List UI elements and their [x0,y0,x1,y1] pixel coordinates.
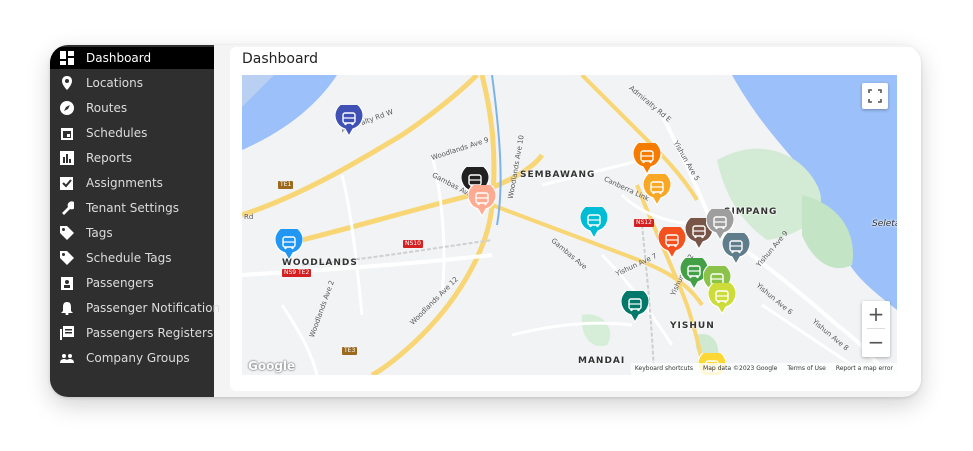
bus-marker[interactable] [468,185,496,217]
sidebar-item-tenant-settings[interactable]: Tenant Settings [50,197,214,219]
bus-icon [468,185,496,217]
station-tag: TE3 [342,347,358,355]
bus-marker[interactable] [708,283,736,315]
bus-icon [643,174,671,206]
sidebar-item-routes[interactable]: Routes [50,97,214,119]
location-pin-icon [62,76,72,90]
sidebar-item-tags[interactable]: Tags [50,222,214,244]
zoom-out-button[interactable]: − [862,329,890,356]
map[interactable]: SEMBAWANG WOODLANDS SIMPANG YISHUN MANDA… [242,75,897,375]
dashboard-icon [60,51,74,65]
bus-icon [335,105,363,137]
bell-icon [61,302,73,315]
sidebar-item-assignments[interactable]: Assignments [50,172,214,194]
station-tag: NS9 TE2 [282,269,312,277]
tag-icon [60,226,74,240]
checkbox-icon [60,177,73,190]
map-footer: Keyboard shortcuts Map data ©2023 Google… [630,363,897,375]
sidebar-item-label: Company Groups [86,351,190,365]
badge-icon [61,277,73,290]
sidebar-item-schedule-tags[interactable]: Schedule Tags [50,247,214,269]
sidebar-item-dashboard[interactable]: Dashboard [50,47,214,69]
station-tag: NS12 [634,219,654,227]
sidebar-item-label: Reports [86,151,133,165]
sidebar-item-passenger-notification[interactable]: Passenger Notification [50,297,220,319]
main-panel: Dashboard SEMBAWANG WOODLANDS SIMPANG YI… [230,47,921,391]
sidebar-item-label: Routes [86,101,128,115]
sidebar-item-locations[interactable]: Locations [50,72,214,94]
bus-marker[interactable] [580,207,608,239]
bus-icon [722,233,750,265]
app-window: Dashboard Locations Routes Schedules Rep… [50,45,921,397]
sidebar-item-passengers[interactable]: Passengers [50,272,214,294]
bus-marker[interactable] [643,174,671,206]
bar-chart-icon [60,151,74,165]
sidebar-item-label: Tags [86,226,113,240]
bus-marker[interactable] [633,143,661,175]
keyboard-shortcuts-link[interactable]: Keyboard shortcuts [635,363,693,375]
fullscreen-button[interactable] [862,83,888,109]
sidebar: Dashboard Locations Routes Schedules Rep… [50,45,220,397]
sidebar-item-label: Schedules [86,126,148,140]
bus-marker[interactable] [275,229,303,261]
sidebar-item-label: Passengers [86,276,154,290]
map-data-attribution: Map data ©2023 Google [703,365,778,372]
bus-icon [275,229,303,261]
google-logo[interactable]: Google [248,359,295,373]
road-label: Rd [244,213,254,221]
calendar-icon [61,128,73,140]
group-icon [60,354,74,363]
sidebar-item-label: Passenger Notification [86,301,221,315]
sidebar-item-label: Locations [86,76,144,90]
sidebar-item-label: Assignments [86,176,163,190]
page-title: Dashboard [242,51,318,67]
sidebar-item-label: Tenant Settings [86,201,179,215]
tag-icon [60,251,74,265]
bus-marker[interactable] [658,227,686,259]
sidebar-item-reports[interactable]: Reports [50,147,214,169]
bus-marker[interactable] [621,291,649,323]
place-label-sembawang: SEMBAWANG [520,170,596,180]
fullscreen-icon [868,89,882,103]
bus-icon [658,227,686,259]
bus-marker[interactable] [722,233,750,265]
bus-icon [708,283,736,315]
terms-of-use-link[interactable]: Terms of Use [787,363,825,375]
wrench-icon [62,201,74,215]
sidebar-item-label: Dashboard [86,51,152,65]
place-label-mandai: MANDAI [578,356,626,366]
station-tag: NS10 [403,240,423,248]
bus-icon [621,291,649,323]
sidebar-item-passengers-registers[interactable]: Passengers Registers [50,322,214,344]
sidebar-item-label: Schedule Tags [86,251,172,265]
sidebar-item-schedules[interactable]: Schedules [50,122,214,144]
compass-icon [60,101,74,115]
place-label-seletar: Seletar [872,219,897,229]
zoom-in-button[interactable]: + [862,301,890,328]
report-map-error-link[interactable]: Report a map error [836,363,893,375]
park-area [581,314,611,347]
place-label-yishun: YISHUN [670,321,715,331]
register-book-icon [60,326,74,340]
bus-icon [580,207,608,239]
sidebar-item-company-groups[interactable]: Company Groups [50,347,214,369]
zoom-controls: + − [862,301,890,357]
station-tag: TE1 [278,181,294,189]
bus-icon [633,143,661,175]
sidebar-item-label: Passengers Registers [86,326,214,340]
bus-marker[interactable] [335,105,363,137]
